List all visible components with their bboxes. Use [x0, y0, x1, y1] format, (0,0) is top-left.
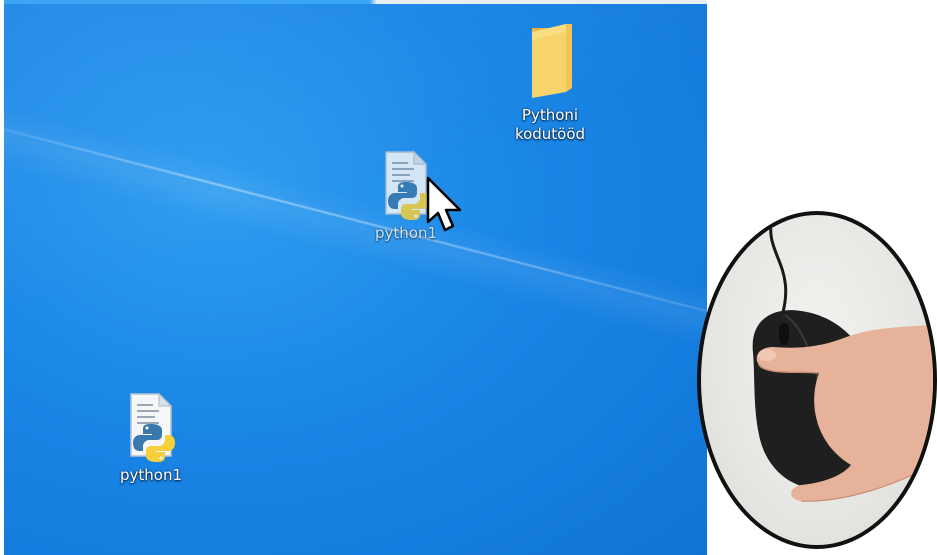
inset-photo-hand-on-mouse [697, 211, 937, 549]
hand-on-mouse-illustration [752, 215, 933, 502]
desktop-icon-label: Pythoni kodutööd [514, 106, 586, 143]
arrow-cursor-icon [426, 176, 462, 232]
python-file-icon [130, 392, 175, 462]
desktop-icon-label: python1 [119, 466, 182, 484]
desktop-icon-python-file[interactable]: python1 [101, 390, 201, 485]
desktop-icon-folder[interactable]: Pythoni kodutööd [500, 22, 600, 144]
desktop[interactable]: Pythoni kodutööd python1 python1 [4, 0, 707, 555]
folder-icon [532, 24, 572, 98]
desktop-top-edge [4, 0, 707, 4]
tutorial-image: Pythoni kodutööd python1 python1 [0, 0, 937, 555]
